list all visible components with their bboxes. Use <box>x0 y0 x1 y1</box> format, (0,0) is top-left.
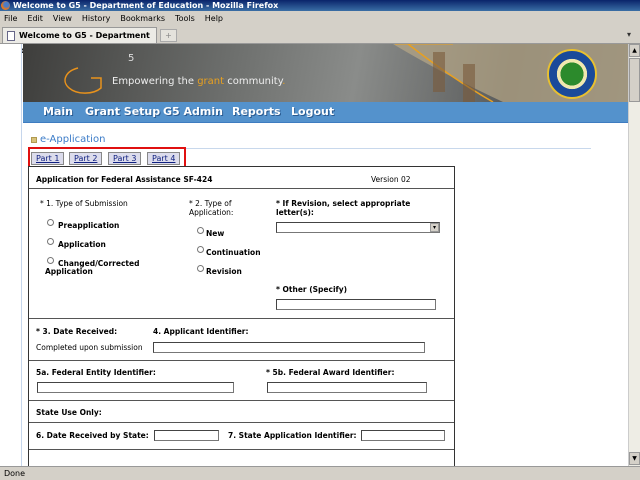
state-app-id-label: 7. State Application Identifier: <box>228 431 357 440</box>
option-label: Preapplication <box>58 221 120 230</box>
divider <box>29 422 454 423</box>
applicant-id-label: 4. Applicant Identifier: <box>153 327 249 336</box>
menu-bar: File Edit View History Bookmarks Tools Help <box>0 11 640 26</box>
revision-label: * If Revision, select appropriate <box>276 199 411 208</box>
fed-award-input[interactable] <box>267 382 427 393</box>
option-label-cont: Application <box>45 267 93 276</box>
divider <box>29 188 454 189</box>
revision-select[interactable]: ▾ <box>276 222 440 233</box>
window-title: Welcome to G5 - Department of Education … <box>0 0 640 11</box>
date-received-note: Completed upon submission <box>36 343 143 352</box>
date-state-label: 6. Date Received by State: <box>36 431 149 440</box>
tagline: Empowering the grant community. <box>112 76 285 87</box>
tab-bar: Welcome to G5 - Department of Edu... + ▾ <box>0 26 640 55</box>
scroll-down-icon[interactable]: ▼ <box>629 452 640 465</box>
applicant-id-input[interactable] <box>153 342 425 353</box>
menu-view[interactable]: View <box>53 14 72 23</box>
divider <box>29 400 454 401</box>
state-use-label: State Use Only: <box>36 408 102 417</box>
menu-tools[interactable]: Tools <box>175 14 195 23</box>
section-title: e-Application <box>40 134 106 145</box>
tagline-accent: grant <box>197 76 225 87</box>
type-application-label: * 2. Type of <box>189 199 232 208</box>
menu-file[interactable]: File <box>4 14 17 23</box>
form-version: Version 02 <box>371 175 411 184</box>
tagline-text-end: community <box>224 76 283 87</box>
dropdown-arrow-icon[interactable]: ▾ <box>430 223 439 232</box>
tagline-dot: . <box>282 76 286 87</box>
firefox-icon <box>1 1 10 10</box>
banner: 5 Empowering the grant community. <box>23 44 628 102</box>
vertical-scrollbar[interactable]: ▲ ▼ <box>628 44 640 466</box>
menu-help[interactable]: Help <box>205 14 223 23</box>
fed-entity-label: 5a. Federal Entity Identifier: <box>36 368 156 377</box>
browser-tab[interactable]: Welcome to G5 - Department of Edu... <box>2 27 157 55</box>
menu-bookmarks[interactable]: Bookmarks <box>120 14 165 23</box>
radio-new[interactable] <box>197 227 204 234</box>
radio-preapplication[interactable] <box>47 219 54 226</box>
revision-label-2: letter(s): <box>276 208 314 217</box>
divider <box>29 318 454 319</box>
main-nav: Main Grant Setup G5 Admin Reports Logout <box>23 102 628 123</box>
option-label: New <box>206 229 225 238</box>
date-state-input[interactable] <box>154 430 219 441</box>
radio-continuation[interactable] <box>197 246 204 253</box>
other-input[interactable] <box>276 299 436 310</box>
radio-changed-corrected[interactable] <box>47 257 54 264</box>
status-text: Done <box>4 469 26 478</box>
option-label: Revision <box>206 267 242 276</box>
option-label: Application <box>58 240 106 249</box>
fed-entity-input[interactable] <box>37 382 234 393</box>
type-application-label-2: Application: <box>189 208 234 217</box>
nav-logout[interactable]: Logout <box>291 105 334 118</box>
radio-revision[interactable] <box>197 265 204 272</box>
sf424-form: Application for Federal Assistance SF-42… <box>28 166 455 466</box>
state-app-id-input[interactable] <box>361 430 445 441</box>
section-icon <box>31 137 37 143</box>
divider <box>29 449 454 450</box>
nav-main[interactable]: Main <box>43 105 73 118</box>
fed-award-label: * 5b. Federal Award Identifier: <box>266 368 395 377</box>
status-bar: Done <box>0 466 640 480</box>
logo-superscript: 5 <box>128 53 135 64</box>
left-margin <box>0 44 22 466</box>
nav-reports[interactable]: Reports <box>232 105 281 118</box>
form-title: Application for Federal Assistance SF-42… <box>36 175 213 184</box>
radio-application[interactable] <box>47 238 54 245</box>
tab-list-arrow-icon[interactable]: ▾ <box>622 30 636 42</box>
other-label: * Other (Specify) <box>276 285 348 294</box>
scroll-thumb[interactable] <box>629 58 640 102</box>
option-label: Continuation <box>206 248 261 257</box>
department-seal <box>547 49 597 99</box>
tagline-text: Empowering the <box>112 76 198 87</box>
nav-grant-setup[interactable]: Grant Setup <box>85 105 160 118</box>
menu-history[interactable]: History <box>82 14 110 23</box>
nav-g5-admin[interactable]: G5 Admin <box>163 105 223 118</box>
scroll-up-icon[interactable]: ▲ <box>629 44 640 57</box>
menu-edit[interactable]: Edit <box>27 14 43 23</box>
new-tab-button[interactable]: + <box>160 29 177 42</box>
divider <box>29 360 454 361</box>
date-received-label: * 3. Date Received: <box>36 327 118 336</box>
document-icon <box>7 31 15 41</box>
type-submission-label: * 1. Type of Submission <box>40 199 128 208</box>
